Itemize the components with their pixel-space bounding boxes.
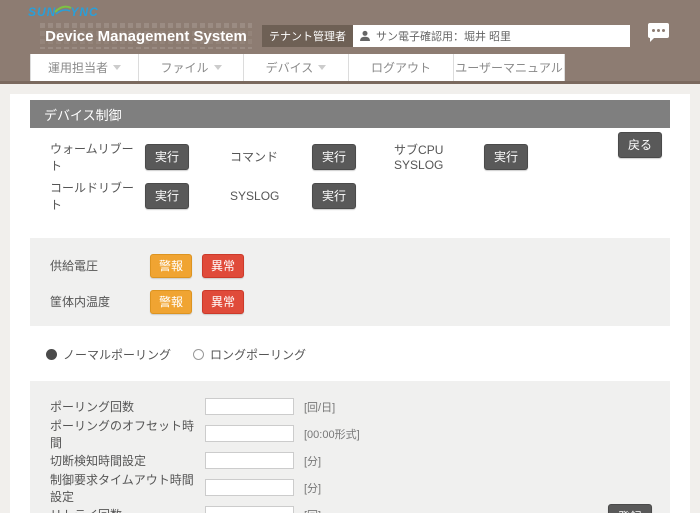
nav-tab-device[interactable]: デバイス (244, 54, 349, 81)
app-header: SUN YNC Device Management System テナント管理者… (0, 0, 700, 84)
field-label: リトライ回数 (50, 506, 205, 513)
polling-mode-group: ノーマルポーリング ロングポーリング (10, 326, 690, 381)
role-badge: テナント管理者 (262, 25, 353, 47)
execute-command-button[interactable]: 実行 (312, 144, 356, 170)
nav-tab-label: ログアウト (371, 59, 431, 76)
radio-label: ノーマルポーリング (63, 346, 171, 363)
nav-tab-label: ファイル (160, 59, 208, 76)
logo-text-sun: SUN (28, 5, 56, 19)
execute-subcpu-syslog-button[interactable]: 実行 (484, 144, 528, 170)
register-button[interactable]: 登録 (608, 504, 652, 513)
command-label-command: コマンド (230, 148, 312, 165)
field-label: ポーリングのオフセット時間 (50, 417, 205, 451)
retry-count-input[interactable] (205, 506, 294, 513)
command-label-warm-reboot: ウォームリブート (50, 140, 145, 174)
status-row-chassis-temperature: 筐体内温度 警報 異常 (50, 289, 670, 314)
nav-tab-operators[interactable]: 運用担当者 (30, 54, 139, 81)
logo-text-ync: YNC (70, 5, 98, 19)
execute-cold-reboot-button[interactable]: 実行 (145, 183, 189, 209)
command-label-syslog: SYSLOG (230, 189, 312, 203)
nav-tab-label: 運用担当者 (48, 59, 108, 76)
app-title: Device Management System (40, 28, 252, 45)
command-label-subcpu-syslog: サブCPU SYSLOG (394, 141, 484, 172)
status-label: 供給電圧 (50, 257, 150, 274)
alarm-badge-chassis-temperature[interactable]: 警報 (150, 290, 192, 314)
chevron-down-icon (214, 65, 222, 70)
chevron-down-icon (318, 65, 326, 70)
command-area: 戻る ウォームリブート 実行 コマンド 実行 サブCPU SYSLOG 実行 コ… (10, 128, 690, 224)
field-label: ポーリング回数 (50, 398, 205, 415)
field-unit: [分] (304, 453, 321, 469)
field-unit: [回/日] (304, 399, 335, 415)
chat-dot (652, 29, 655, 32)
chevron-down-icon (113, 65, 121, 70)
execute-warm-reboot-button[interactable]: 実行 (145, 144, 189, 170)
chat-bubble-icon[interactable] (648, 23, 669, 38)
content-card: デバイス制御 戻る ウォームリブート 実行 コマンド 実行 サブCPU SYSL… (10, 94, 690, 513)
chat-dot (662, 29, 665, 32)
field-label: 切断検知時間設定 (50, 452, 205, 469)
command-label-cold-reboot: コールドリブート (50, 179, 145, 213)
command-row: コールドリブート 実行 SYSLOG 実行 (50, 179, 670, 212)
form-row-control-timeout: 制御要求タイムアウト時間設定 [分] (50, 474, 670, 501)
alarm-badge-supply-voltage[interactable]: 警報 (150, 254, 192, 278)
radio-normal-polling[interactable]: ノーマルポーリング (46, 346, 171, 363)
nav-tab-file[interactable]: ファイル (139, 54, 244, 81)
status-section: 供給電圧 警報 異常 筐体内温度 警報 異常 (30, 238, 670, 326)
radio-selected-icon (46, 349, 57, 360)
polling-count-input[interactable] (205, 398, 294, 415)
nav-tab-label: デバイス (266, 59, 314, 76)
user-name-text: サン電子確認用：堀井 昭里 (376, 28, 511, 44)
nav-tab-label: ユーザーマニュアル (455, 59, 562, 76)
error-badge-supply-voltage[interactable]: 異常 (202, 254, 244, 278)
disconnect-detection-input[interactable] (205, 452, 294, 469)
radio-label: ロングポーリング (210, 346, 306, 363)
nav-tab-logout[interactable]: ログアウト (349, 54, 454, 81)
error-badge-chassis-temperature[interactable]: 異常 (202, 290, 244, 314)
field-unit: [回] (304, 507, 321, 513)
brand-logo: SUN YNC (28, 4, 99, 19)
execute-syslog-button[interactable]: 実行 (312, 183, 356, 209)
command-row: ウォームリブート 実行 コマンド 実行 サブCPU SYSLOG 実行 (50, 140, 670, 173)
status-label: 筐体内温度 (50, 293, 150, 310)
status-row-supply-voltage: 供給電圧 警報 異常 (50, 253, 670, 278)
app-title-pattern: Device Management System (40, 23, 252, 49)
user-display[interactable]: サン電子確認用：堀井 昭里 (353, 25, 630, 47)
main-nav: 運用担当者 ファイル デバイス ログアウト ユーザーマニュアル (30, 54, 565, 81)
chat-dot (657, 29, 660, 32)
control-timeout-input[interactable] (205, 479, 294, 496)
field-label: 制御要求タイムアウト時間設定 (50, 471, 205, 505)
field-unit: [分] (304, 480, 321, 496)
radio-unselected-icon (193, 349, 204, 360)
polling-settings-section: ポーリング回数 [回/日] ポーリングのオフセット時間 [00:00形式] 切断… (30, 381, 670, 513)
form-row-polling-offset: ポーリングのオフセット時間 [00:00形式] (50, 420, 670, 447)
back-button[interactable]: 戻る (618, 132, 662, 158)
person-icon (359, 30, 371, 42)
radio-long-polling[interactable]: ロングポーリング (193, 346, 306, 363)
page-title: デバイス制御 (30, 100, 670, 128)
polling-offset-input[interactable] (205, 425, 294, 442)
field-unit: [00:00形式] (304, 426, 360, 442)
nav-tab-user-manual[interactable]: ユーザーマニュアル (454, 54, 565, 81)
